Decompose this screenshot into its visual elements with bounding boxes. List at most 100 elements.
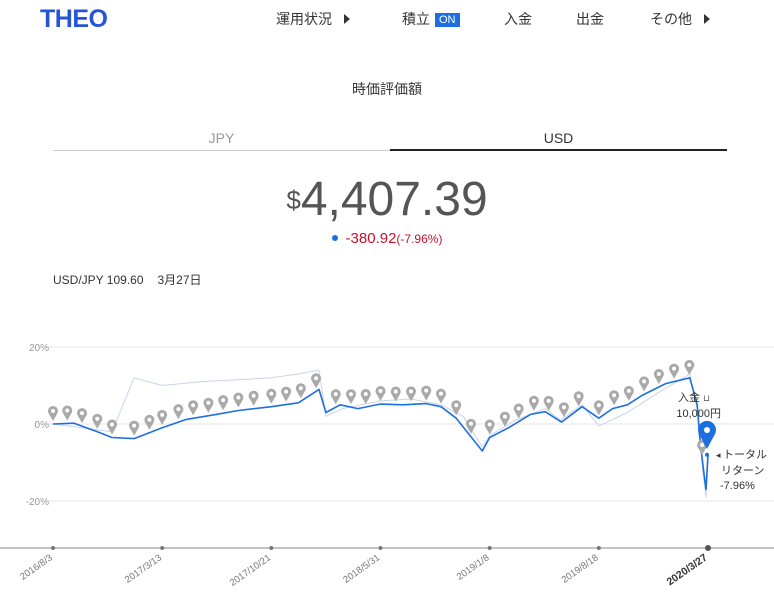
deposit-marker-icon — [248, 390, 259, 406]
deposit-marker-dot — [206, 400, 211, 405]
change-percent: (-7.96%) — [396, 232, 443, 246]
deposit-marker-icon — [609, 390, 620, 406]
deposit-marker-dot — [700, 443, 705, 448]
deposit-marker-dot — [333, 392, 338, 397]
deposit-marker-dot — [576, 394, 581, 399]
deposit-marker-dot — [251, 393, 256, 398]
deposit-marker-icon — [330, 389, 341, 405]
deposit-marker-dot — [95, 416, 100, 421]
x-axis-tick-dot — [51, 546, 55, 550]
deposit-marker-icon — [484, 419, 495, 435]
deposit-marker-icon — [669, 363, 680, 379]
triangle-right-icon — [344, 14, 350, 24]
x-tick-label: 2020/3/27 — [665, 552, 710, 589]
deposit-marker-icon — [653, 369, 664, 385]
total-return-label-2: リターン — [721, 464, 764, 477]
fx-date: 3月27日 — [157, 273, 202, 287]
performance-chart[interactable]: 20% 0% -20% 入金 ⊔ 10,000円 ◂ トータルリターン -7.96% 2016/8… — [0, 330, 774, 611]
y-tick-label: -20% — [26, 497, 49, 508]
deposit-marker-dot — [147, 417, 152, 422]
x-tick-label: 2019/1/8 — [455, 552, 492, 582]
x-tick-label: 2019/8/18 — [560, 552, 601, 585]
deposit-marker-dot — [160, 412, 165, 417]
deposit-marker-icon — [435, 388, 446, 404]
deposit-marker-dot — [132, 423, 137, 428]
deposit-annotation-label: 入金 — [678, 390, 700, 404]
nav-performance[interactable]: 運用状況 — [276, 9, 350, 29]
deposit-marker-icon — [281, 386, 292, 402]
deposit-marker-icon — [173, 404, 184, 420]
valuation-amount: $4,407.39 — [0, 172, 774, 227]
x-axis-tick-dot — [269, 546, 274, 550]
deposit-marker-icon — [360, 388, 371, 404]
fx-rate-info: USD/JPY 109.60 3月27日 — [53, 271, 216, 288]
deposit-marker-dot — [348, 392, 353, 397]
deposit-marker-icon — [421, 385, 432, 401]
total-return-label: トータル — [723, 448, 767, 461]
y-tick-label: 0% — [35, 420, 50, 431]
nav-savings[interactable]: 積立 ON — [402, 9, 460, 29]
deposit-marker-dot — [65, 408, 70, 413]
deposit-marker-icon — [684, 359, 695, 375]
deposit-marker-dot — [516, 406, 521, 411]
deposit-marker-icon — [639, 376, 650, 392]
nav-more[interactable]: その他 — [650, 9, 710, 29]
deposit-marker-dot — [487, 422, 492, 427]
savings-status-badge: ON — [435, 13, 460, 27]
deposit-marker-icon — [157, 409, 168, 425]
deposit-marker-icon — [451, 400, 462, 416]
deposit-marker-dot — [656, 372, 661, 377]
deposit-marker-icon — [203, 397, 214, 413]
deposit-marker-icon — [513, 403, 524, 419]
nav-performance-label: 運用状況 — [276, 11, 332, 27]
fx-rate: USD/JPY 109.60 — [53, 273, 144, 287]
theo-logo[interactable]: THEO — [40, 5, 108, 34]
deposit-marker-icon — [62, 405, 73, 421]
tab-underline-active — [390, 149, 727, 151]
deposit-marker-icon — [295, 383, 306, 399]
deposit-marker-dot — [454, 403, 459, 408]
deposit-marker-icon — [345, 389, 356, 405]
current-position-marker-dot — [704, 427, 710, 433]
deposit-marker-dot — [176, 407, 181, 412]
deposit-marker-dot — [363, 391, 368, 396]
x-axis-tick-dot — [705, 545, 711, 551]
deposit-marker-dot — [221, 398, 226, 403]
nav-withdraw[interactable]: 出金 — [576, 9, 604, 29]
deposit-marker-icon — [107, 419, 118, 435]
deposit-marker-icon — [311, 373, 322, 389]
nav-more-label: その他 — [650, 11, 692, 27]
deposit-marker-icon — [129, 420, 140, 436]
nav-savings-label: 積立 — [402, 11, 430, 27]
deposit-marker-icon — [48, 406, 58, 421]
total-return-value: -7.96% — [720, 480, 755, 492]
x-tick-label: 2018/5/31 — [341, 552, 382, 585]
deposit-marker-icon — [218, 395, 229, 411]
triangle-right-icon — [704, 14, 710, 24]
tab-jpy[interactable]: JPY — [53, 130, 390, 146]
valuation-value: 4,407.39 — [300, 173, 488, 226]
deposit-marker-dot — [110, 422, 115, 427]
deposit-annotation-amount: 10,000円 — [676, 408, 721, 420]
tab-underline-inactive — [53, 150, 390, 151]
x-axis-tick-dot — [487, 546, 492, 550]
deposit-marker-dot — [561, 405, 566, 410]
deposit-marker-dot — [626, 388, 631, 393]
deposit-marker-icon — [593, 400, 604, 416]
annotation-pointer-icon: ◂ — [716, 450, 721, 460]
deposit-marker-icon — [573, 391, 584, 407]
deposit-marker-dot — [672, 366, 677, 371]
valuation-change: -380.92(-7.96%) — [0, 230, 774, 247]
nav-deposit[interactable]: 入金 — [504, 9, 532, 29]
deposit-marker-dot — [546, 398, 551, 403]
x-tick-label: 2016/8/3 — [18, 552, 55, 582]
deposit-marker-icon — [188, 400, 199, 416]
deposit-marker-icon — [92, 413, 103, 429]
tab-usd[interactable]: USD — [390, 130, 727, 146]
change-dot-icon — [331, 235, 338, 241]
wallet-icon: ⊔ — [703, 393, 710, 403]
deposit-marker-dot — [378, 388, 383, 393]
deposit-marker-icon — [77, 408, 88, 424]
deposit-marker-dot — [191, 403, 196, 408]
deposit-marker-dot — [687, 362, 692, 367]
